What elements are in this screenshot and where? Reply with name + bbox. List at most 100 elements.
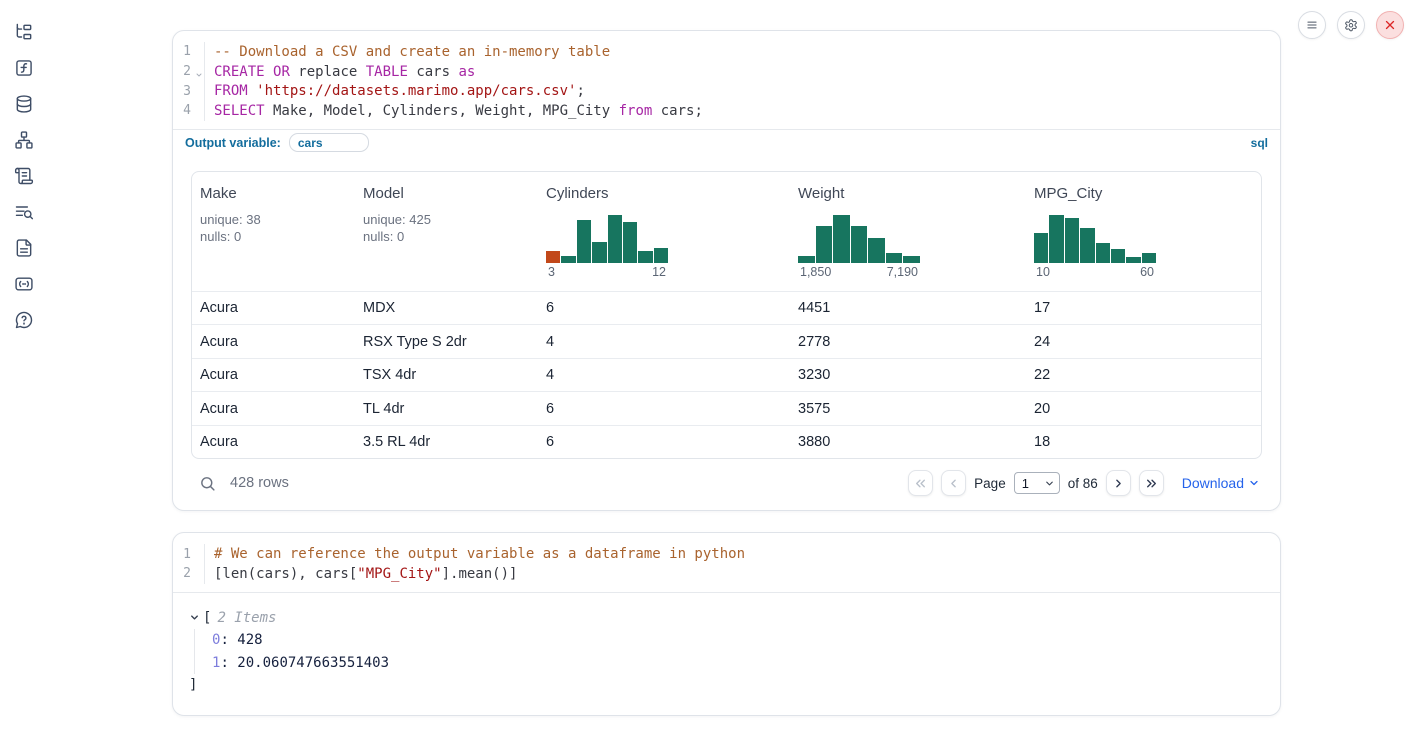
code-line: 1-- Download a CSV and create an in-memo… [173, 42, 1280, 62]
line-number: 2 [173, 564, 205, 584]
column-header-model[interactable]: Modelunique: 425nulls: 0 [355, 172, 538, 291]
close-icon [1383, 18, 1397, 32]
code-token: replace [290, 64, 366, 80]
chevron-left-icon [947, 477, 960, 490]
table-cell: 20 [1026, 392, 1261, 425]
logs-search-button[interactable] [10, 198, 38, 226]
datasources-icon [14, 94, 34, 114]
tree-entry-value: : 20.060747663551403 [220, 655, 389, 671]
download-button[interactable]: Download [1182, 475, 1260, 491]
chevron-down-icon [1248, 477, 1260, 489]
table-cell: 24 [1026, 325, 1261, 358]
histogram-bar [608, 215, 622, 263]
table-cell: 4451 [790, 292, 1026, 325]
page-select[interactable]: 1 [1014, 472, 1060, 494]
shutdown-button[interactable] [1376, 11, 1404, 39]
last-page-button[interactable] [1139, 470, 1164, 496]
code-token: SELECT [214, 103, 265, 119]
next-page-button[interactable] [1106, 470, 1131, 496]
column-header-cylinders[interactable]: Cylinders312 [538, 172, 790, 291]
code-text: FROM 'https://datasets.marimo.app/cars.c… [205, 83, 585, 99]
table-cell: Acura [192, 392, 355, 425]
python-code-editor[interactable]: 1# We can reference the output variable … [173, 533, 1280, 592]
column-title: Weight [798, 185, 1018, 202]
variables-icon [14, 58, 34, 78]
output-variable-label: Output variable: [185, 136, 281, 150]
table-cell: Acura [192, 359, 355, 392]
menu-icon [1305, 18, 1319, 32]
code-token: OR [273, 64, 290, 80]
table-row[interactable]: AcuraRSX Type S 2dr4277824 [192, 324, 1261, 358]
help-button[interactable] [10, 306, 38, 334]
histogram-bar [1126, 257, 1140, 263]
line-number: 4 [173, 101, 205, 121]
table-row[interactable]: AcuraTL 4dr6357520 [192, 391, 1261, 425]
datasources-button[interactable] [10, 90, 38, 118]
code-token: TABLE [366, 64, 408, 80]
tree-entry-value: : 428 [220, 632, 262, 648]
histogram-bars [546, 215, 668, 263]
python-cell: 1# We can reference the output variable … [172, 532, 1281, 716]
column-header-weight[interactable]: Weight 1,8507,190 [790, 172, 1026, 291]
code-line: 3FROM 'https://datasets.marimo.app/cars.… [173, 81, 1280, 101]
file-explorer-button[interactable] [10, 18, 38, 46]
table-row[interactable]: AcuraMDX6445117 [192, 291, 1261, 325]
documentation-button[interactable] [10, 234, 38, 262]
table-cell: Acura [192, 426, 355, 459]
histogram-axis-labels: 1,8507,190 [798, 265, 920, 279]
snippets-button[interactable] [10, 270, 38, 298]
table-cell: 6 [538, 392, 790, 425]
histogram-bar [886, 253, 903, 263]
topbar-controls [1298, 11, 1404, 39]
table-cell: Acura [192, 292, 355, 325]
column-histogram[interactable]: 1,8507,190 [798, 215, 920, 279]
table-cell: 4 [538, 359, 790, 392]
table-cell: 6 [538, 426, 790, 459]
table-cell: TSX 4dr [355, 359, 538, 392]
table-search-button[interactable] [199, 475, 216, 492]
notebook: 1 -- Download a CSV and create an in-memo… [172, 30, 1281, 716]
variables-button[interactable] [10, 54, 38, 82]
table-row[interactable]: Acura3.5 RL 4dr6388018 [192, 425, 1261, 459]
column-histogram[interactable]: 312 [546, 215, 668, 279]
code-token: Make, Model, Cylinders, Weight, MPG_City [265, 103, 619, 119]
code-line: 1# We can reference the output variable … [173, 544, 1280, 564]
table-row[interactable]: AcuraTSX 4dr4323022 [192, 358, 1261, 392]
table-cell: 3575 [790, 392, 1026, 425]
column-header-mpg_city[interactable]: MPG_City1060 [1026, 172, 1261, 291]
code-line: 2[len(cars), cars["MPG_City"].mean()] [173, 564, 1280, 584]
code-token: FROM [214, 83, 248, 99]
settings-button[interactable] [1337, 11, 1365, 39]
tree-entry: 1: 20.060747663551403 [212, 651, 1262, 673]
column-histogram[interactable]: 1060 [1034, 215, 1156, 279]
code-text: CREATE OR replace TABLE cars as [205, 64, 475, 80]
table-cell: 17 [1026, 292, 1261, 325]
menu-button[interactable] [1298, 11, 1326, 39]
code-token: # We can reference the output variable a… [214, 546, 745, 562]
output-variable-input[interactable]: cars [289, 133, 369, 152]
search-icon [199, 475, 216, 492]
histogram-bar [1142, 253, 1156, 263]
sql-code-editor[interactable]: 1-- Download a CSV and create an in-memo… [173, 31, 1280, 129]
tree-collapse-toggle[interactable] [189, 612, 200, 623]
table-cell: 18 [1026, 426, 1261, 459]
code-text: -- Download a CSV and create an in-memor… [205, 44, 610, 60]
documentation-icon [14, 238, 34, 258]
chevrons-right-icon [1145, 477, 1158, 490]
histogram-bars [1034, 215, 1156, 263]
gear-icon [1344, 18, 1358, 32]
histogram-bar [798, 256, 815, 263]
code-token: cars; [652, 103, 703, 119]
code-token: 'https://datasets.marimo.app/cars.csv' [256, 83, 576, 99]
help-icon [14, 310, 34, 330]
prev-page-button[interactable] [941, 470, 966, 496]
scratchpad-button[interactable] [10, 162, 38, 190]
first-page-button[interactable] [908, 470, 933, 496]
tree-close-bracket: ] [189, 674, 1262, 696]
dependency-graph-button[interactable] [10, 126, 38, 154]
page-select-value: 1 [1022, 476, 1029, 491]
histogram-bar [654, 248, 668, 263]
column-header-make[interactable]: Makeunique: 38nulls: 0 [192, 172, 355, 291]
code-text: SELECT Make, Model, Cylinders, Weight, M… [205, 103, 703, 119]
code-text: # We can reference the output variable a… [205, 546, 745, 562]
